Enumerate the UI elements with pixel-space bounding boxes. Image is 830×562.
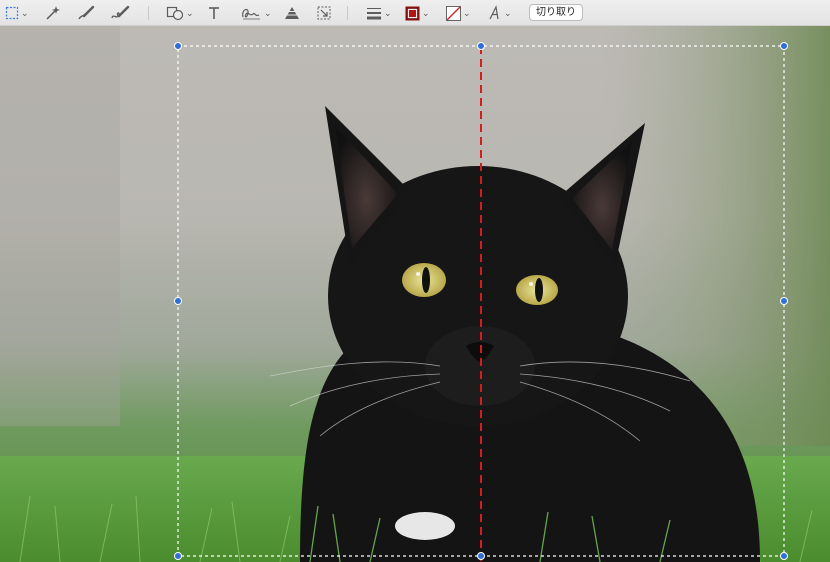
instant-alpha-button[interactable] [44,3,60,23]
resize-handle-top[interactable] [477,42,485,50]
shapes-icon [166,5,184,21]
text-style-tool[interactable]: ⌄ [488,3,512,23]
sketch-button[interactable] [77,3,95,23]
instant-alpha-icon [44,5,60,21]
adjust-size-button[interactable] [316,3,332,23]
resize-handle-bottom[interactable] [477,552,485,560]
cat-photo [0,26,830,562]
text-button[interactable] [207,3,221,23]
shape-style-tool[interactable]: ⌄ [366,3,392,23]
text-style-icon [488,5,502,21]
adjust-color-icon [283,5,301,21]
fill-color-tool[interactable]: ⌄ [446,3,471,23]
adjust-size-icon [316,5,332,21]
border-color-tool[interactable]: ⌄ [405,3,430,23]
resize-handle-bottom-right[interactable] [780,552,788,560]
sign-icon [240,5,262,21]
image-canvas[interactable] [0,26,830,562]
resize-handle-bottom-left[interactable] [174,552,182,560]
chevron-down-icon: ⌄ [504,7,512,18]
adjust-color-button[interactable] [283,3,301,23]
selection-rect-icon [5,6,19,20]
resize-handle-top-left[interactable] [174,42,182,50]
chevron-down-icon: ⌄ [384,7,392,18]
draw-button[interactable] [110,3,130,23]
crop-button[interactable]: 切り取り [529,4,583,21]
shapes-tool[interactable]: ⌄ [166,3,194,23]
resize-handle-left[interactable] [174,297,182,305]
border-color-icon [405,6,420,21]
toolbar-separator [347,6,348,20]
markup-toolbar: ⌄ ⌄ ⌄ ⌄ ⌄ ⌄ ⌄ 切り取り [0,0,830,26]
chevron-down-icon: ⌄ [264,7,272,18]
draw-icon [110,5,130,21]
resize-handle-top-right[interactable] [780,42,788,50]
sign-tool[interactable]: ⌄ [240,3,272,23]
selection-tool[interactable]: ⌄ [5,3,29,23]
sketch-icon [77,5,95,21]
toolbar-separator [148,6,149,20]
shape-style-icon [366,5,382,21]
text-icon [207,5,221,21]
chevron-down-icon: ⌄ [422,7,430,18]
resize-handle-right[interactable] [780,297,788,305]
chevron-down-icon: ⌄ [21,7,29,18]
chevron-down-icon: ⌄ [186,7,194,18]
chevron-down-icon: ⌄ [463,7,471,18]
fill-color-icon [446,5,461,21]
